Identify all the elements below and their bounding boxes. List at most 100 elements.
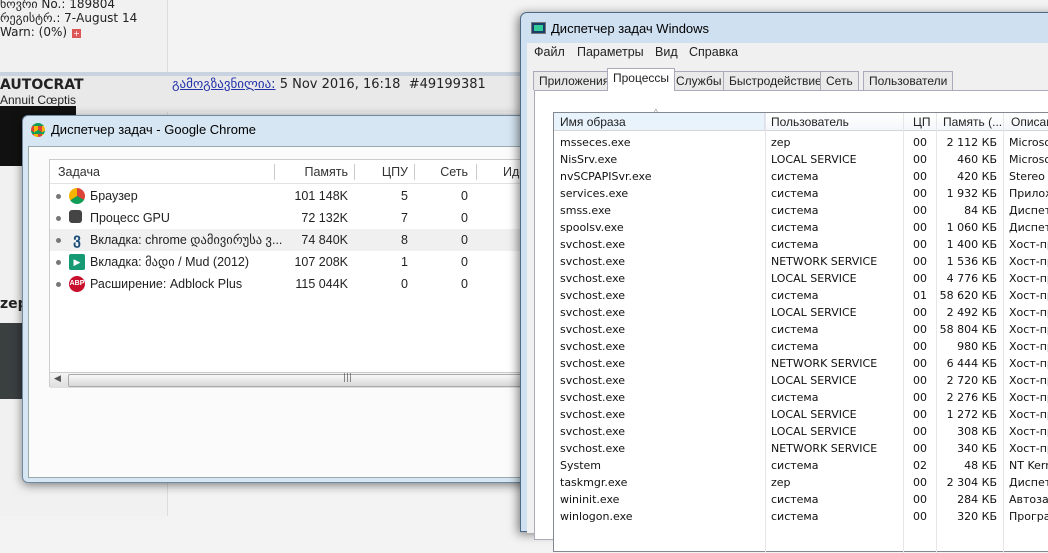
process-row[interactable]: nvSCPAPISvr.exe система 00 420 КБ Stereo… [554,168,1048,185]
user-name: LOCAL SERVICE [771,374,857,387]
task-name: Вкладка: მადი / Mud (2012) [90,255,250,269]
process-row[interactable]: smss.exe система 00 84 КБ Диспетч [554,202,1048,219]
process-row[interactable]: System система 02 48 КБ NT Kerne [554,457,1048,474]
process-row[interactable]: NisSrv.exe LOCAL SERVICE 00 460 КБ Micro… [554,151,1048,168]
process-row[interactable]: svchost.exe LOCAL SERVICE 00 4 776 КБ Хо… [554,270,1048,287]
process-row[interactable]: services.exe система 00 1 932 КБ Прилож [554,185,1048,202]
process-row[interactable]: svchost.exe NETWORK SERVICE 00 1 536 КБ … [554,253,1048,270]
task-row[interactable]: ვ Вкладка: chrome დამივირუსა ვ... 74 840… [50,229,548,251]
column-user[interactable]: Пользователь [771,115,849,129]
column-memory[interactable]: Память [304,160,348,184]
tab-services[interactable]: Службы [670,71,728,90]
column-image-name[interactable]: Имя образа [560,115,626,129]
post-author[interactable]: AUTOCRAT [0,77,84,93]
chrome-icon [69,188,85,204]
status-dot [56,216,61,221]
scrollbar-thumb[interactable]: ||| [68,373,548,387]
horizontal-scrollbar[interactable]: ◀ ||| [50,372,550,388]
cpu-value: 01 [913,289,927,302]
process-row[interactable]: taskmgr.exe zep 00 2 304 КБ Диспетч [554,474,1048,491]
cpu-value: 00 [913,272,927,285]
user-name: LOCAL SERVICE [771,425,857,438]
memory-value: 460 КБ [957,153,997,166]
memory-value: 1 272 КБ [946,408,997,421]
process-row[interactable]: svchost.exe LOCAL SERVICE 00 1 272 КБ Хо… [554,406,1048,423]
task-cpu: 0 [401,277,408,291]
memory-value: 48 КБ [964,459,997,472]
image-name: smss.exe [560,204,611,217]
profile-line: რეგისტრ.: 7-August 14 [0,11,138,25]
image-name: nvSCPAPISvr.exe [560,170,652,183]
tab-users[interactable]: Пользователи [863,71,954,90]
task-row[interactable]: ▶ Вкладка: მადი / Mud (2012) 107 208K 1 … [50,251,548,273]
process-row[interactable]: svchost.exe LOCAL SERVICE 00 308 КБ Хост… [554,423,1048,440]
process-row[interactable]: svchost.exe система 00 1 400 КБ Хост-пр [554,236,1048,253]
menu-options[interactable]: Параметры [577,45,644,59]
user-name: система [771,187,819,200]
image-name: msseces.exe [560,136,631,149]
cpu-value: 00 [913,170,927,183]
user-name: LOCAL SERVICE [771,153,857,166]
post-meta: გამოგზავნილია: 5 Nov 2016, 16:18 #491993… [172,77,486,92]
cpu-value: 00 [913,476,927,489]
cpu-value: 00 [913,255,927,268]
description: Microsof [1009,136,1048,149]
image-name: wininit.exe [560,493,620,506]
description: Диспетч [1009,221,1048,234]
status-dot [56,194,61,199]
post-date: 5 Nov 2016, 16:18 [279,77,401,92]
column-task[interactable]: Задача [58,160,100,184]
process-row[interactable]: svchost.exe NETWORK SERVICE 00 6 444 КБ … [554,355,1048,372]
column-network[interactable]: Сеть [440,160,468,184]
description: Хост-пр [1009,425,1048,438]
tab-applications[interactable]: Приложения [533,71,616,90]
task-row[interactable]: Процесс GPU 72 132K 7 0 [50,207,548,229]
description: Хост-пр [1009,442,1048,455]
process-row[interactable]: svchost.exe LOCAL SERVICE 00 2 720 КБ Хо… [554,372,1048,389]
column-description[interactable]: Описани [1011,115,1048,129]
puzzle-icon [69,210,82,223]
tab-area: Приложения Процессы Службы Быстродействи… [527,63,1048,553]
post-number[interactable]: #49199381 [409,77,486,92]
tab-network[interactable]: Сеть [820,71,859,90]
process-row[interactable]: winlogon.exe система 00 320 КБ Програм [554,508,1048,525]
process-row[interactable]: svchost.exe система 00 58 804 КБ Хост-пр [554,321,1048,338]
process-row[interactable]: svchost.exe система 00 2 276 КБ Хост-пр [554,389,1048,406]
process-row[interactable]: svchost.exe система 01 58 620 КБ Хост-пр [554,287,1048,304]
image-name: svchost.exe [560,408,626,421]
task-row[interactable]: Браузер 101 148K 5 0 [50,185,548,207]
process-row[interactable]: svchost.exe система 00 980 КБ Хост-пр [554,338,1048,355]
task-row[interactable]: ABP Расширение: Adblock Plus 115 044K 0 … [50,273,548,295]
memory-value: 58 620 КБ [939,289,997,302]
process-row[interactable]: wininit.exe система 00 284 КБ Автозаг [554,491,1048,508]
scroll-left-icon[interactable]: ◀ [54,374,61,384]
memory-value: 320 КБ [957,510,997,523]
cpu-value: 00 [913,323,927,336]
memory-value: 2 492 КБ [946,306,997,319]
column-memory[interactable]: Память (... [943,115,1002,129]
memory-value: 1 932 КБ [946,187,997,200]
image-name: NisSrv.exe [560,153,618,166]
task-network: 0 [461,277,468,291]
task-name: Вкладка: chrome დამივირუსა ვ... [90,233,283,247]
menu-file[interactable]: Файл [534,45,565,59]
windows-task-manager-window: Диспетчер задач Windows Файл Параметры В… [520,12,1048,553]
memory-value: 84 КБ [964,204,997,217]
process-row[interactable]: msseces.exe zep 00 2 112 КБ Microsof [554,134,1048,151]
process-row[interactable]: svchost.exe NETWORK SERVICE 00 340 КБ Хо… [554,440,1048,457]
memory-value: 58 804 КБ [939,323,997,336]
plus-icon[interactable]: + [72,29,81,38]
menu-help[interactable]: Справка [689,45,738,59]
task-network: 0 [461,189,468,203]
process-row[interactable]: spoolsv.exe система 00 1 060 КБ Диспетч [554,219,1048,236]
column-cpu[interactable]: ЦПУ [382,160,408,184]
cpu-value: 00 [913,408,927,421]
post-link[interactable]: გამოგზავნილია: [172,77,276,92]
description: NT Kerne [1009,459,1048,472]
tab-processes[interactable]: Процессы [607,68,676,91]
process-row[interactable]: svchost.exe LOCAL SERVICE 00 2 492 КБ Хо… [554,304,1048,321]
column-cpu[interactable]: ЦП [913,115,931,129]
task-cpu: 8 [401,233,408,247]
tab-performance[interactable]: Быстродействие [723,71,828,90]
menu-view[interactable]: Вид [655,45,678,59]
